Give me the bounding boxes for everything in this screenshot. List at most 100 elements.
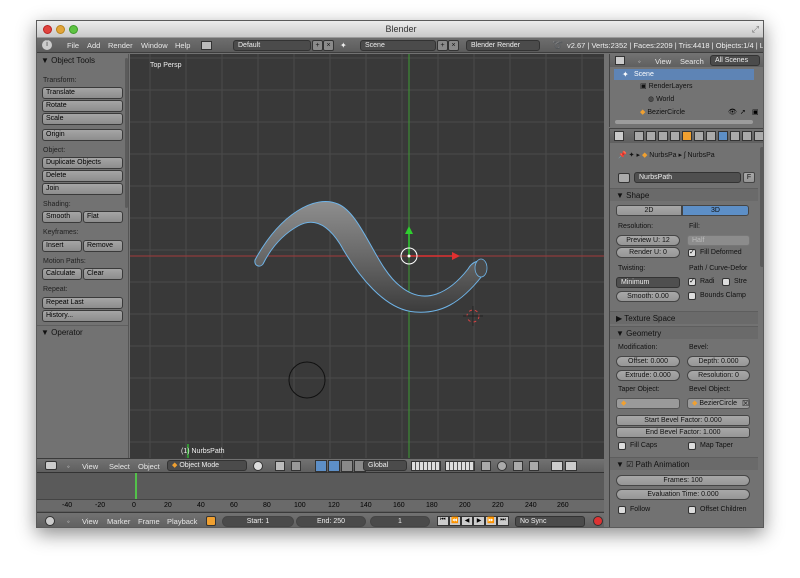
collapse-menu-icon[interactable]: ◦	[67, 462, 70, 471]
clear-bevel-object-icon[interactable]: ☒	[742, 399, 749, 408]
rotate-manipulator-icon[interactable]	[328, 460, 340, 472]
3d-viewport[interactable]: Top Persp (1) NurbsPath	[130, 54, 604, 458]
proportional-edit-icon[interactable]	[497, 461, 507, 471]
lock-layers-icon[interactable]	[481, 461, 491, 471]
bevel-depth-field[interactable]: Depth: 0.000	[687, 356, 750, 367]
join-button[interactable]: Join	[42, 183, 123, 195]
marker-menu[interactable]: Marker	[107, 517, 130, 526]
origin-button[interactable]: Origin	[42, 129, 123, 141]
history-button[interactable]: History...	[42, 310, 123, 322]
fill-deformed-checkbox[interactable]: ✓	[688, 249, 696, 257]
timeline-canvas[interactable]	[37, 473, 604, 499]
twist-smooth-field[interactable]: Smooth: 0.00	[616, 291, 680, 302]
play-icon[interactable]: ▶	[473, 516, 485, 526]
sync-mode-select[interactable]: No Sync	[515, 516, 585, 527]
timeline-editor-icon[interactable]	[45, 516, 55, 526]
properties-editor-icon[interactable]	[614, 131, 624, 141]
delete-layout-button[interactable]: ×	[323, 40, 334, 51]
info-editor-icon[interactable]: i	[42, 40, 52, 50]
selectable-cursor-icon[interactable]: ➚	[740, 108, 746, 116]
next-keyframe-icon[interactable]: ⏩	[485, 516, 497, 526]
render-animation-icon[interactable]	[565, 461, 577, 471]
manipulator-toggle-icon[interactable]	[291, 461, 301, 471]
panel-header-geometry[interactable]: ▼ Geometry	[610, 326, 758, 339]
remove-keyframe-button[interactable]: Remove	[83, 240, 123, 252]
curve-datablock-icon[interactable]	[618, 173, 630, 183]
outliner-item-renderlayers[interactable]: ▣ RenderLayers	[640, 82, 693, 90]
frame-menu[interactable]: Frame	[138, 517, 160, 526]
play-reverse-icon[interactable]: ◀	[461, 516, 473, 526]
panel-header-shape[interactable]: ▼ Shape	[610, 188, 758, 201]
constraints-tab-icon[interactable]	[694, 131, 704, 141]
properties-scrollbar[interactable]	[760, 147, 763, 267]
fullscreen-icon[interactable]: ⤢	[752, 24, 759, 35]
offset-children-checkbox[interactable]	[688, 506, 696, 514]
visibility-eye-icon[interactable]: 👁	[728, 108, 737, 116]
outliner-display-select[interactable]: All Scenes	[710, 55, 760, 66]
scale-button[interactable]: Scale	[42, 113, 123, 125]
world-tab-icon[interactable]	[670, 131, 680, 141]
menu-add[interactable]: Add	[87, 41, 100, 50]
duplicate-objects-button[interactable]: Duplicate Objects	[42, 157, 123, 169]
preview-u-field[interactable]: Preview U: 12	[616, 235, 680, 246]
bevel-object-field[interactable]: ◆ BezierCircle	[687, 398, 750, 409]
clear-paths-button[interactable]: Clear	[83, 268, 123, 280]
transform-orientation-select[interactable]: Global	[363, 460, 407, 471]
bevel-resolution-field[interactable]: Resolution: 0	[687, 370, 750, 381]
panel-header-operator[interactable]: ▼ Operator	[37, 325, 128, 338]
current-frame-indicator[interactable]	[135, 473, 137, 499]
calculate-paths-button[interactable]: Calculate	[42, 268, 82, 280]
outliner-search-menu[interactable]: Search	[680, 57, 704, 66]
prev-keyframe-icon[interactable]: ⏪	[449, 516, 461, 526]
scene-icon[interactable]: ✦	[340, 41, 347, 50]
pin-icon[interactable]: 📌	[618, 152, 629, 159]
offset-field[interactable]: Offset: 0.000	[616, 356, 680, 367]
menu-help[interactable]: Help	[175, 41, 190, 50]
path-animation-checkbox-icon[interactable]: ☑	[626, 460, 635, 469]
translate-button[interactable]: Translate	[42, 87, 123, 99]
scene-layers-grid[interactable]	[411, 461, 441, 471]
select-menu[interactable]: Select	[109, 462, 130, 471]
radius-checkbox[interactable]: ✓	[688, 278, 696, 286]
jump-end-icon[interactable]: ⏭	[497, 516, 509, 526]
curve-datablock-name[interactable]: NurbsPath	[634, 172, 741, 183]
screen-layout-icon[interactable]	[201, 41, 212, 50]
end-bevel-factor-field[interactable]: End Bevel Factor: 1.000	[616, 427, 750, 438]
add-layout-button[interactable]: +	[312, 40, 323, 51]
smooth-shading-button[interactable]: Smooth	[42, 211, 82, 223]
scene-field[interactable]: Scene	[360, 40, 436, 51]
scale-manipulator-icon[interactable]	[341, 460, 353, 472]
collapse-menu-icon[interactable]: ◦	[638, 57, 641, 66]
timeline-view-menu[interactable]: View	[82, 517, 98, 526]
twist-mode-select[interactable]: Minimum	[616, 277, 680, 288]
preview-range-icon[interactable]	[206, 516, 216, 526]
menu-window[interactable]: Window	[141, 41, 168, 50]
stretch-checkbox[interactable]	[722, 278, 730, 286]
current-frame-field[interactable]: 1	[370, 516, 430, 527]
follow-checkbox[interactable]	[618, 506, 626, 514]
physics-tab-icon[interactable]	[754, 131, 763, 141]
playback-menu[interactable]: Playback	[167, 517, 197, 526]
curve-data-tab-icon[interactable]	[718, 131, 728, 141]
end-frame-field[interactable]: End: 250	[296, 516, 366, 527]
auto-keyframe-icon[interactable]	[593, 516, 603, 526]
taper-object-field[interactable]: ◆	[616, 398, 680, 409]
translate-manipulator-icon[interactable]	[315, 460, 327, 472]
repeat-last-button[interactable]: Repeat Last	[42, 297, 123, 309]
start-frame-field[interactable]: Start: 1	[222, 516, 294, 527]
flat-shading-button[interactable]: Flat	[83, 211, 123, 223]
outliner-item-world[interactable]: ◍ World	[648, 95, 674, 103]
snap-element-icon[interactable]	[529, 461, 539, 471]
delete-button[interactable]: Delete	[42, 170, 123, 182]
menu-render[interactable]: Render	[108, 41, 133, 50]
fill-caps-checkbox[interactable]	[618, 442, 626, 450]
delete-scene-button[interactable]: ×	[448, 40, 459, 51]
screen-layout-field[interactable]: Default	[233, 40, 311, 51]
collapse-menu-icon[interactable]: ◦	[67, 517, 70, 526]
outliner-item-beziercircle[interactable]: ◆ BezierCircle	[640, 108, 685, 116]
object-tab-icon[interactable]	[682, 131, 692, 141]
map-taper-checkbox[interactable]	[688, 442, 696, 450]
interaction-mode-select[interactable]: ◆ Object Mode	[167, 460, 247, 471]
insert-keyframe-button[interactable]: Insert	[42, 240, 82, 252]
pivot-point-icon[interactable]	[275, 461, 285, 471]
